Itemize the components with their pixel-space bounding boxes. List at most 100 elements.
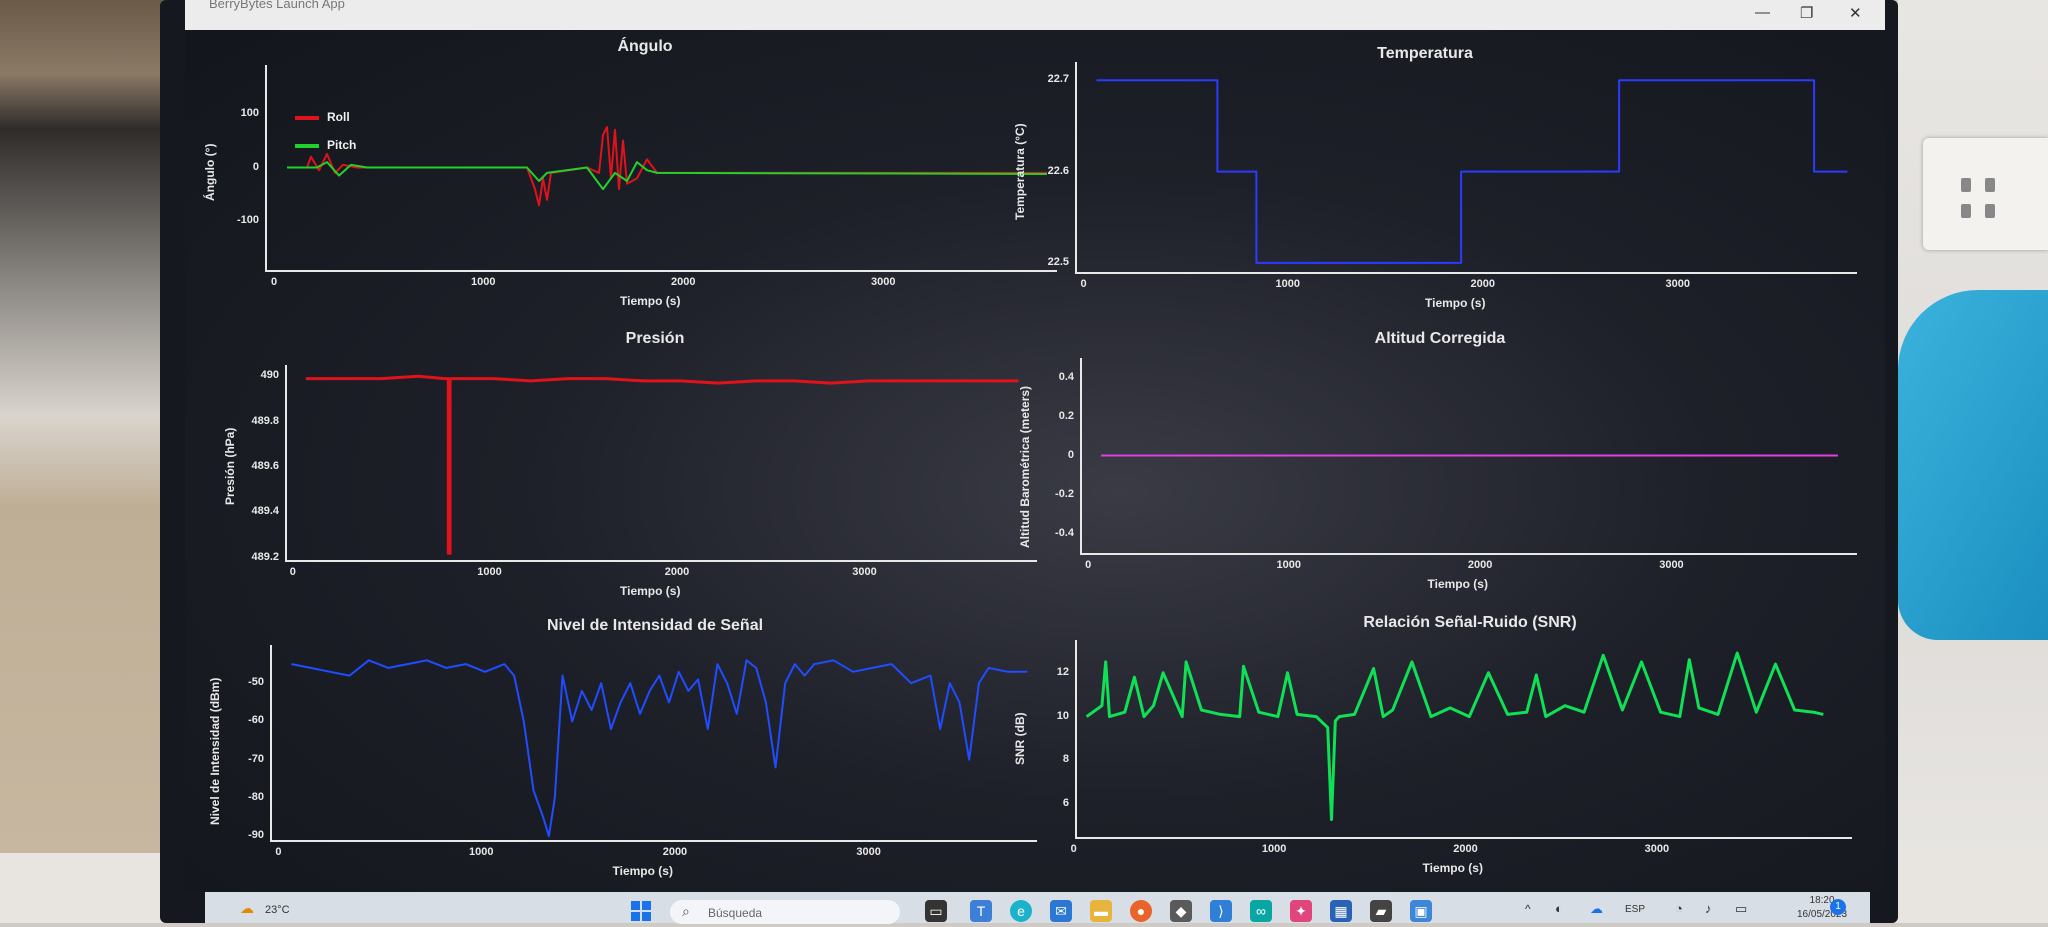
temperatura-x-tick-label: 0 <box>1080 278 1087 290</box>
senal-y-tick-label: -70 <box>248 752 264 765</box>
chevron-up-icon[interactable]: ^ <box>1525 902 1531 916</box>
maximize-icon[interactable]: ❐ <box>1800 4 1813 22</box>
edge-icon[interactable]: e <box>1010 900 1032 922</box>
altitud-x-tick-label: 1000 <box>1276 559 1301 571</box>
temperatura-x-tick-label: 2000 <box>1470 278 1495 290</box>
presion-x-tick-label: 0 <box>289 566 296 578</box>
presion-plot-area <box>285 365 1037 562</box>
snr-y-axis-label: SNR (dB) <box>1013 712 1027 765</box>
senal-x-tick-label: 2000 <box>662 846 688 858</box>
snr-chart-title: Relación Señal-Ruido (SNR) <box>1363 614 1577 631</box>
vscode-icon[interactable]: ⟩ <box>1210 900 1232 922</box>
angulo-legend-swatch <box>295 115 319 120</box>
wall-socket <box>1923 138 2048 250</box>
presion-y-tick-label: 489.2 <box>251 550 279 563</box>
active-app-icon[interactable]: ▣ <box>1410 900 1432 922</box>
wifi-icon[interactable]: ◔ <box>1675 901 1683 916</box>
terminal-icon[interactable]: ▰ <box>1370 900 1392 922</box>
altitud-y-tick-label: -0.2 <box>1055 487 1074 500</box>
taskbar-search[interactable]: ⌕ Búsqueda <box>670 900 900 924</box>
altitud-chart-title: Altitud Corregida <box>1374 330 1506 347</box>
snr-x-tick-label: 0 <box>1070 843 1077 855</box>
temperatura-series-line <box>1096 79 1848 264</box>
angulo-y-tick-label: 0 <box>252 160 259 173</box>
weather-temperature[interactable]: 23°C <box>265 904 290 916</box>
presion-y-tick-label: 489.6 <box>251 460 279 473</box>
weather-icon[interactable]: ☁ <box>240 900 254 917</box>
angulo-x-axis-label: Tiempo (s) <box>620 294 681 308</box>
snr-x-axis-label: Tiempo (s) <box>1422 861 1483 875</box>
altitud-x-tick-label: 0 <box>1085 559 1092 571</box>
battery-icon[interactable]: ▭ <box>1735 901 1747 917</box>
presion-y-axis-label: Presión (hPa) <box>223 428 237 506</box>
temperatura-x-tick-label: 3000 <box>1665 278 1690 290</box>
presion-chart-svg <box>305 374 1019 555</box>
snr-y-tick-label: 6 <box>1062 797 1069 810</box>
angulo-legend-swatch <box>295 143 319 148</box>
app-icon[interactable]: ◆ <box>1170 900 1192 922</box>
altitud-y-axis-label: Altitud Barométrica (meters) <box>1018 385 1032 548</box>
altitud-y-tick-label: -0.4 <box>1055 526 1074 539</box>
snr-series-line <box>1085 651 1824 821</box>
altitud-x-tick-label: 3000 <box>1659 559 1684 571</box>
search-placeholder: Búsqueda <box>708 906 763 920</box>
presion-y-tick-label: 489.8 <box>251 414 279 427</box>
volume-icon[interactable]: ♪ <box>1705 901 1712 916</box>
altitud-x-axis-label: Tiempo (s) <box>1427 577 1488 591</box>
senal-chart-title: Nivel de Intensidad de Señal <box>546 617 764 634</box>
temperatura-chart-title: Temperatura <box>1377 45 1473 62</box>
altitud-chart-svg <box>1101 454 1838 457</box>
onedrive-icon[interactable]: ☁ <box>1590 901 1603 917</box>
senal-chart-svg <box>291 659 1028 838</box>
arduino-icon[interactable]: ∞ <box>1250 900 1272 922</box>
tray-app-icon[interactable]: ◐ <box>1555 901 1563 916</box>
senal-y-tick-label: -50 <box>248 676 264 689</box>
temperatura-y-tick-label: 22.7 <box>1047 73 1069 86</box>
notification-icon[interactable]: 1 <box>1830 899 1846 915</box>
temperatura-x-axis-label: Tiempo (s) <box>1425 296 1486 310</box>
angulo-x-tick-label: 2000 <box>671 276 696 288</box>
window-titlebar[interactable]: BerryBytes Launch App — ❐ ✕ <box>185 0 1885 30</box>
senal-x-tick-label: 3000 <box>856 846 881 858</box>
angulo-legend-label: Roll <box>327 110 350 124</box>
language-indicator[interactable]: ESP <box>1625 904 1645 915</box>
angulo-chart-svg <box>287 126 1048 207</box>
close-icon[interactable]: ✕ <box>1849 4 1862 22</box>
presion-x-tick-label: 3000 <box>852 566 877 578</box>
window-title: BerryBytes Launch App <box>209 0 345 11</box>
angulo-y-tick-label: 100 <box>240 106 259 119</box>
file-explorer-icon[interactable]: ▬ <box>1090 900 1112 922</box>
angulo-x-tick-label: 0 <box>271 276 278 288</box>
calculator-icon[interactable]: ▦ <box>1330 900 1352 922</box>
task-view-icon[interactable]: ▭ <box>925 900 947 922</box>
senal-y-axis-label: Nivel de Intensidad (dBm) <box>208 677 222 825</box>
angulo-x-tick-label: 1000 <box>471 276 496 288</box>
temperatura-plot-area <box>1075 62 1857 274</box>
angulo-plot-area <box>265 65 1057 272</box>
senal-y-tick-label: -60 <box>248 714 264 727</box>
angulo-chart-title: Ángulo <box>617 38 673 55</box>
presion-y-tick-label: 489.4 <box>251 505 279 518</box>
altitud-y-tick-label: 0.2 <box>1058 409 1074 422</box>
angulo-legend-item: Pitch <box>295 138 356 152</box>
mail-icon[interactable]: ✉ <box>1050 900 1072 922</box>
blue-chair <box>1898 290 2048 640</box>
senal-x-axis-label: Tiempo (s) <box>612 864 673 878</box>
angulo-y-axis-label: Ángulo (°) <box>203 143 217 201</box>
presion-chart-title: Presión <box>625 330 685 347</box>
snr-x-tick-label: 1000 <box>1261 843 1287 855</box>
minimize-icon[interactable]: — <box>1755 4 1770 21</box>
angulo-x-tick-label: 3000 <box>871 276 896 288</box>
temperatura-chart-svg <box>1096 79 1848 264</box>
search-icon: ⌕ <box>682 903 690 919</box>
angulo-series-roll <box>287 126 1047 207</box>
teams-icon[interactable]: T <box>970 900 992 922</box>
angulo-legend-label: Pitch <box>327 138 357 152</box>
firefox-icon[interactable]: ● <box>1130 900 1152 922</box>
snr-x-tick-label: 3000 <box>1644 843 1670 855</box>
app-icon-2[interactable]: ✦ <box>1290 900 1312 922</box>
start-icon[interactable] <box>630 900 652 922</box>
senal-series-line <box>291 659 1028 838</box>
angulo-legend-item: Roll <box>295 110 350 124</box>
senal-y-tick-label: -90 <box>248 829 264 842</box>
